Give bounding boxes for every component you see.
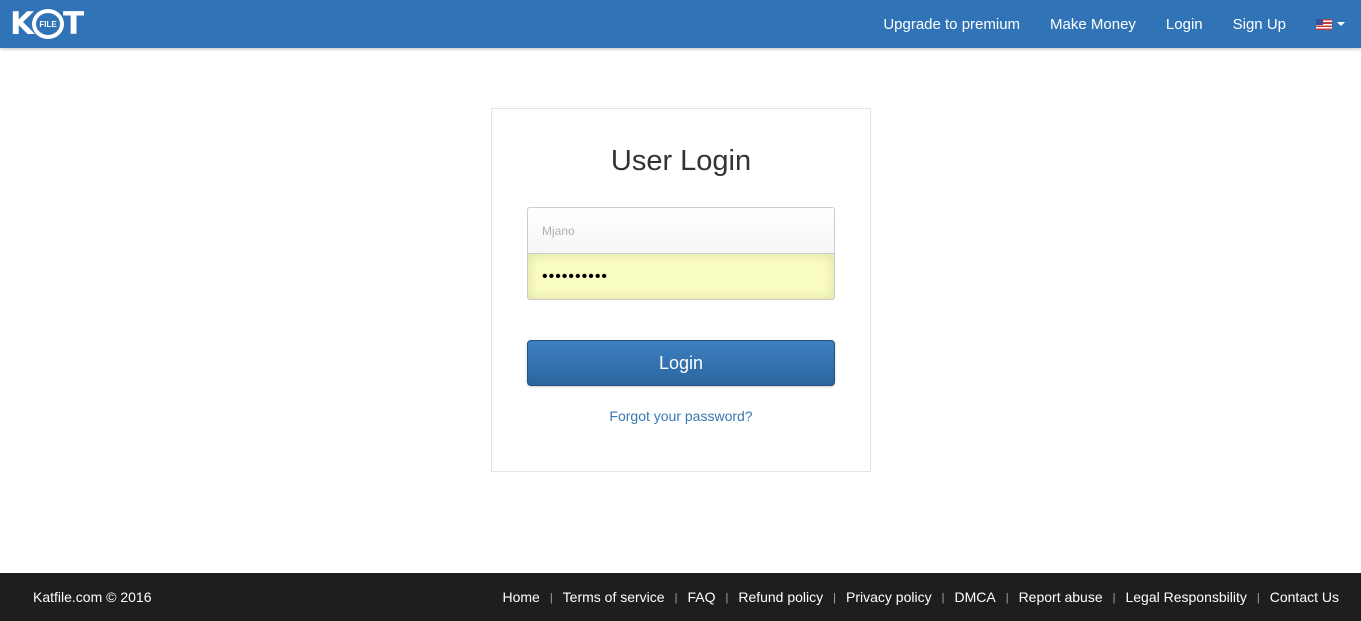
footer-link-terms[interactable]: Terms of service (563, 589, 665, 605)
logo-ring-text: FILE (39, 19, 57, 29)
nav-login[interactable]: Login (1151, 16, 1218, 33)
footer: Katfile.com © 2016 Home | Terms of servi… (0, 573, 1361, 621)
footer-separator: | (1005, 592, 1009, 604)
nav-make-money[interactable]: Make Money (1035, 16, 1151, 33)
footer-link-privacy[interactable]: Privacy policy (846, 589, 932, 605)
footer-copyright: Katfile.com © 2016 (33, 589, 152, 605)
username-input[interactable] (527, 207, 835, 254)
footer-separator: | (674, 592, 678, 604)
footer-separator: | (1256, 592, 1260, 604)
us-flag-icon (1316, 18, 1332, 30)
footer-link-refund[interactable]: Refund policy (738, 589, 823, 605)
logo-letter-t: T (63, 6, 84, 42)
nav-upgrade-premium[interactable]: Upgrade to premium (868, 16, 1035, 33)
caret-down-icon (1337, 22, 1345, 26)
footer-link-dmca[interactable]: DMCA (954, 589, 995, 605)
logo-letter-k: K (10, 6, 34, 42)
footer-separator: | (941, 592, 945, 604)
footer-separator: | (833, 592, 837, 604)
footer-link-contact[interactable]: Contact Us (1270, 589, 1339, 605)
footer-separator: | (725, 592, 729, 604)
forgot-password-link[interactable]: Forgot your password? (492, 408, 870, 424)
language-dropdown[interactable] (1301, 18, 1361, 30)
nav-sign-up[interactable]: Sign Up (1218, 16, 1301, 33)
footer-links: Home | Terms of service | FAQ | Refund p… (502, 573, 1339, 621)
login-button[interactable]: Login (527, 340, 835, 386)
logo-ring: FILE (32, 9, 65, 39)
footer-link-home[interactable]: Home (502, 589, 539, 605)
password-input[interactable] (527, 253, 835, 300)
top-navbar: K FILE T Upgrade to premium Make Money L… (0, 0, 1361, 48)
footer-separator: | (549, 592, 553, 604)
footer-link-faq[interactable]: FAQ (687, 589, 715, 605)
login-title: User Login (610, 145, 752, 177)
footer-link-legal[interactable]: Legal Responsbility (1125, 589, 1246, 605)
footer-link-report-abuse[interactable]: Report abuse (1019, 589, 1103, 605)
footer-separator: | (1112, 592, 1116, 604)
login-panel: User Login Login Forgot your password? (491, 108, 871, 472)
katfile-logo[interactable]: K FILE T (10, 8, 102, 40)
nav-links: Upgrade to premium Make Money Login Sign… (868, 0, 1361, 48)
